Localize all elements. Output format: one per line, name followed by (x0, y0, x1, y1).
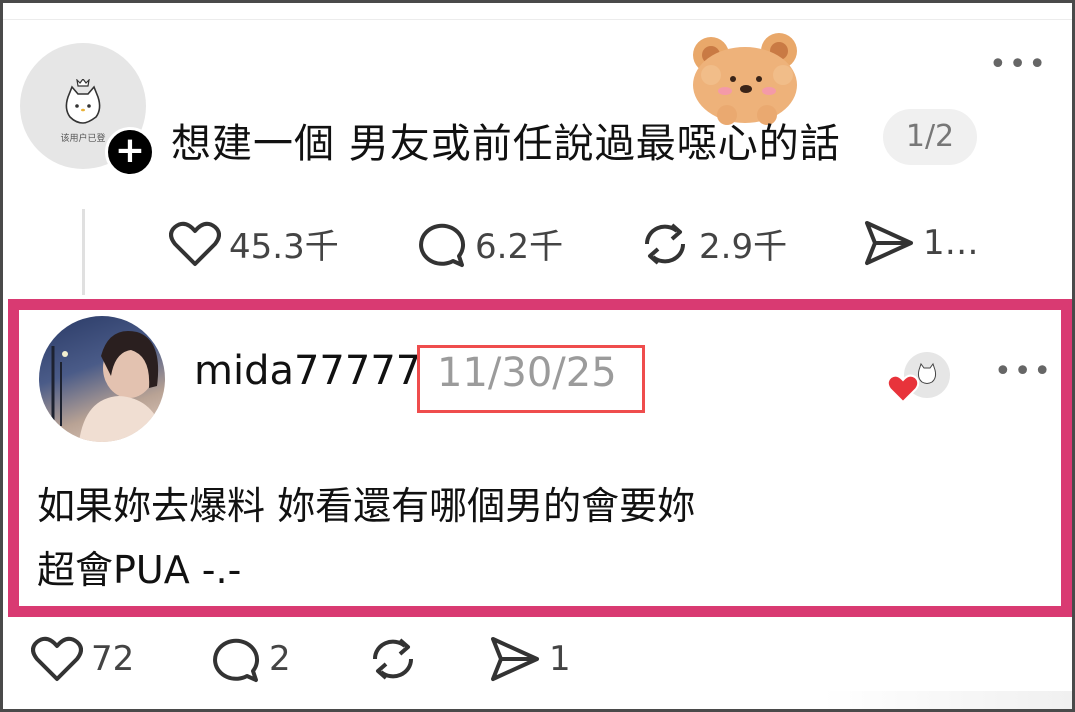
page-indicator[interactable]: 1/2 (883, 109, 977, 165)
repost-count: 2.9千 (699, 227, 788, 267)
cat-icon (65, 79, 101, 124)
thread-connector (82, 209, 85, 295)
comment-icon (419, 223, 465, 267)
reply-date: 11/30/25 (437, 350, 617, 396)
comment-count: 6.2千 (475, 227, 564, 267)
plus-icon: + (114, 130, 146, 171)
reply-comment-count: 2 (269, 639, 291, 679)
like-button[interactable]: 45.3千 (169, 219, 339, 268)
thread-frame: 该用户已登 + 想建一個 男友或前任說過最噁心的話 1/2 ••• 45.3千 … (0, 0, 1075, 712)
reply-text: 如果妳去爆料 妳看還有哪個男的會要妳 超會PUA -.- (37, 474, 695, 602)
reply-like-count: 72 (91, 639, 135, 679)
repost-icon (372, 638, 414, 680)
share-icon (865, 221, 913, 265)
heart-icon (31, 636, 83, 681)
follow-button[interactable]: + (105, 127, 155, 177)
heart-icon (887, 374, 919, 404)
reply-share-button[interactable]: 1 (489, 635, 571, 683)
comment-button[interactable]: 6.2千 (415, 219, 563, 268)
reply-like-button[interactable]: 72 (31, 635, 134, 683)
divider (3, 19, 1072, 20)
like-count: 45.3千 (229, 227, 339, 267)
watermark (823, 691, 1072, 709)
heart-icon (169, 221, 221, 266)
share-button[interactable]: 1… (863, 219, 979, 267)
reply-line-1: 如果妳去爆料 妳看還有哪個男的會要妳 (37, 484, 696, 528)
post-title: 想建一個 男友或前任說過最噁心的話 (171, 121, 841, 167)
profile-photo-icon (51, 331, 165, 442)
more-icon[interactable]: ••• (989, 50, 1048, 80)
share-icon (491, 637, 539, 681)
reply-repost-button[interactable] (367, 635, 427, 683)
reply-comment-button[interactable]: 2 (209, 635, 291, 683)
reply-username[interactable]: mida77777 (194, 348, 421, 394)
highlighted-reply: mida77777 11/30/25 ••• 如果妳去爆料 妳看還有哪個男的會要… (8, 299, 1072, 617)
reply-line-2: 超會PUA -.- (37, 548, 242, 592)
reply-share-count: 1 (549, 639, 571, 679)
repost-icon (644, 222, 686, 265)
reply-author-avatar[interactable] (39, 316, 165, 442)
comment-icon (213, 638, 259, 682)
repost-button[interactable]: 2.9千 (639, 219, 787, 268)
share-count: 1… (923, 223, 979, 263)
more-icon[interactable]: ••• (994, 357, 1053, 387)
